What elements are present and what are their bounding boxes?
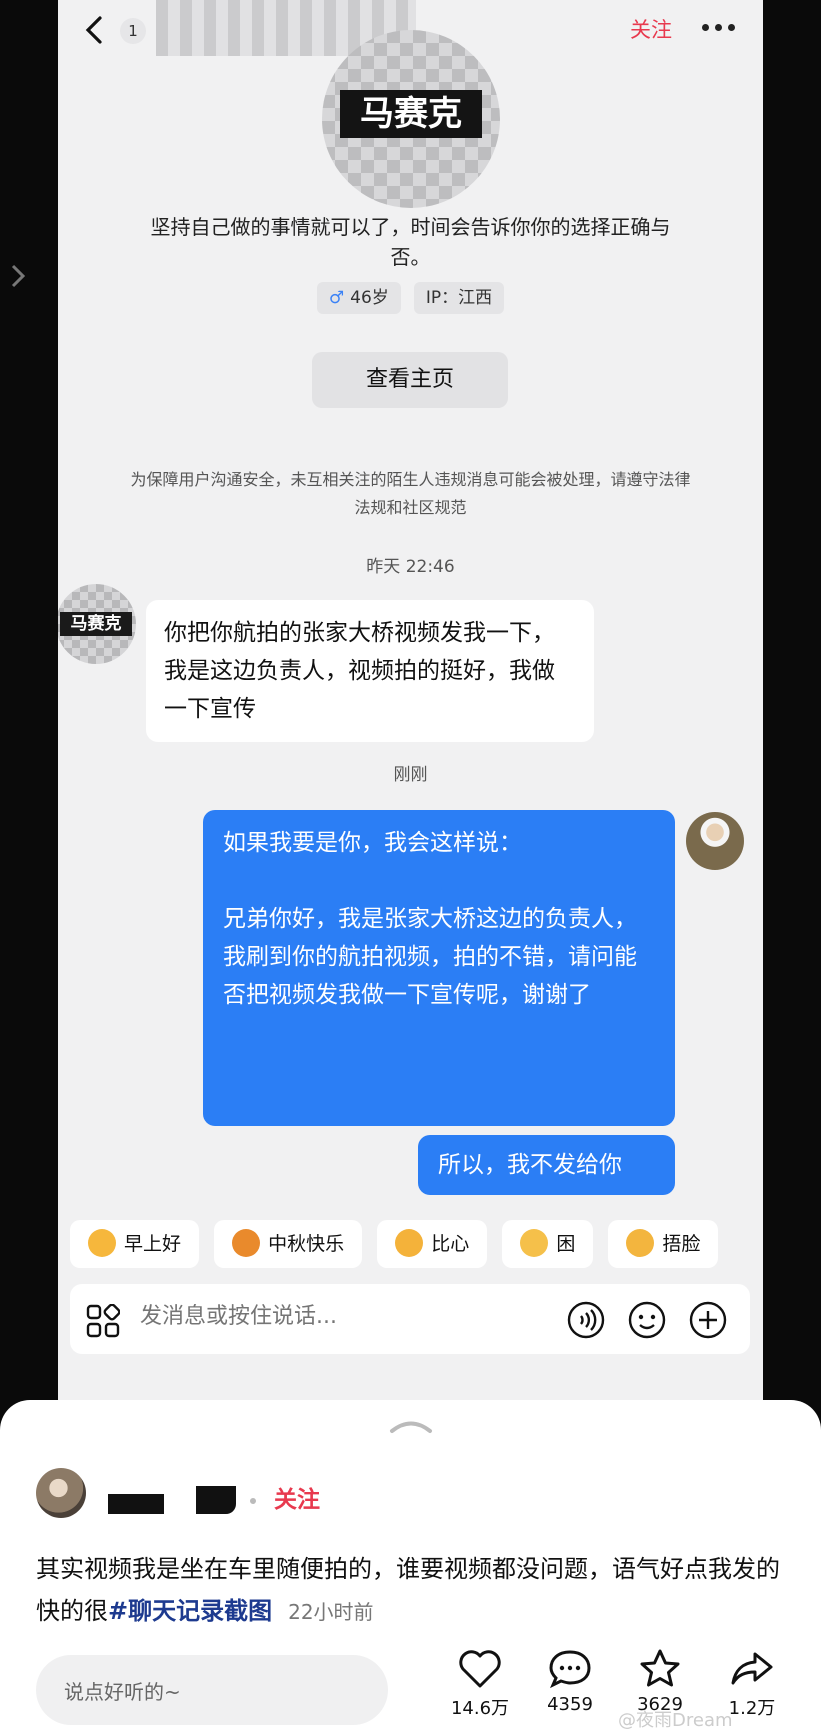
separator-dot — [250, 1498, 256, 1504]
incoming-message[interactable]: 你把你航拍的张家大桥视频发我一下，我是这边负责人，视频拍的挺好，我做一下宣传 — [146, 600, 594, 742]
voice-icon[interactable] — [566, 1300, 606, 1340]
plus-icon[interactable] — [688, 1300, 728, 1340]
profile-tags: ♂ 46岁 IP：江西 — [58, 282, 763, 314]
like-button[interactable]: 14.6万 — [440, 1648, 520, 1720]
author-avatar[interactable] — [36, 1468, 86, 1518]
view-homepage-button[interactable]: 查看主页 — [312, 352, 508, 408]
quick-reply-label: 中秋快乐 — [268, 1233, 345, 1255]
comment-count: 4359 — [547, 1694, 593, 1715]
chevron-right-icon[interactable] — [8, 262, 28, 290]
quick-reply-label: 早上好 — [124, 1233, 182, 1255]
comment-icon — [549, 1650, 591, 1689]
quick-reply-label: 捂脸 — [662, 1233, 701, 1255]
sun-emoji-icon — [88, 1228, 116, 1257]
quick-reply-bar: 早上好 中秋快乐 比心 困 捂脸 — [70, 1220, 763, 1268]
redacted-username — [108, 1494, 164, 1514]
author-follow-button[interactable]: 关注 — [274, 1480, 320, 1514]
comment-button[interactable]: 4359 — [530, 1648, 610, 1715]
favorite-button[interactable]: 3629 — [620, 1648, 700, 1715]
unread-badge: 1 — [120, 18, 146, 44]
quick-reply-label: 比心 — [431, 1233, 470, 1255]
heart-icon — [459, 1650, 501, 1688]
quick-reply-chip[interactable]: 捂脸 — [608, 1220, 719, 1268]
quick-reply-chip[interactable]: 困 — [502, 1220, 594, 1268]
share-icon — [731, 1652, 773, 1685]
outgoing-message[interactable]: 所以，我不发给你 — [418, 1135, 675, 1195]
follow-button[interactable]: 关注 — [630, 14, 672, 44]
avatar-mosaic-text: 马赛克 — [60, 612, 132, 636]
message-input-bar — [70, 1284, 750, 1354]
message-input[interactable] — [140, 1304, 520, 1329]
chat-screen: 1 关注 马赛克 坚持自己做的事情就可以了，时间会告诉你你的选择正确与否。 ♂ 4… — [58, 0, 763, 1420]
timestamp: 昨天 22:46 — [366, 557, 455, 577]
ip-chip: IP：江西 — [413, 282, 505, 314]
heart-hands-emoji-icon — [395, 1228, 424, 1257]
mooncake-emoji-icon — [232, 1228, 261, 1257]
watermark: @夜雨Dream — [618, 1710, 733, 1731]
quick-reply-label: 困 — [556, 1233, 576, 1255]
profile-avatar[interactable]: 马赛克 — [322, 30, 500, 208]
facepalm-emoji-icon — [626, 1228, 655, 1257]
post-text: 其实视频我是坐在车里随便拍的，谁要视频都没问题，语气好点我发的快的很#聊天记录截… — [36, 1548, 796, 1633]
avatar-mosaic-text: 马赛克 — [340, 90, 482, 138]
sleepy-emoji-icon — [520, 1228, 549, 1257]
quick-reply-chip[interactable]: 比心 — [377, 1220, 488, 1268]
quick-reply-chip[interactable]: 早上好 — [70, 1220, 200, 1268]
emoji-icon[interactable] — [627, 1300, 667, 1340]
quick-reply-chip[interactable]: 中秋快乐 — [214, 1220, 363, 1268]
hashtag-link[interactable]: #聊天记录截图 — [108, 1597, 272, 1625]
post-time: 22小时前 — [288, 1600, 374, 1624]
male-icon: ♂ — [328, 288, 345, 308]
message-line: 如果我要是你，我会这样说： — [223, 830, 522, 856]
back-arrow-icon[interactable] — [80, 12, 110, 48]
profile-bio: 坚持自己做的事情就可以了，时间会告诉你你的选择正确与否。 — [150, 215, 671, 269]
redacted-username — [196, 1486, 236, 1514]
age-chip: ♂ 46岁 — [316, 282, 401, 314]
like-count: 14.6万 — [450, 1698, 510, 1719]
more-icon[interactable] — [702, 24, 738, 34]
safety-notice: 为保障用户沟通安全，未互相关注的陌生人违规消息可能会被处理，请遵守法律法规和社区… — [130, 470, 691, 517]
sender-avatar[interactable]: 马赛克 — [58, 584, 136, 664]
message-line: 兄弟你好，我是张家大桥这边的负责人，我刷到你的航拍视频，拍的不错，请问能否把视频… — [223, 906, 637, 1008]
my-avatar[interactable] — [686, 812, 744, 870]
apps-grid-icon[interactable] — [86, 1304, 120, 1338]
timestamp: 刚刚 — [393, 765, 428, 785]
comment-input[interactable]: 说点好听的~ — [36, 1655, 388, 1725]
post-detail-sheet: 关注 其实视频我是坐在车里随便拍的，谁要视频都没问题，语气好点我发的快的很#聊天… — [0, 1400, 821, 1736]
outgoing-message[interactable]: 如果我要是你，我会这样说： 兄弟你好，我是张家大桥这边的负责人，我刷到你的航拍视… — [203, 810, 675, 1126]
screenshot-frame: 1 关注 马赛克 坚持自己做的事情就可以了，时间会告诉你你的选择正确与否。 ♂ 4… — [0, 0, 821, 1736]
sheet-handle-icon[interactable] — [388, 1418, 434, 1434]
age-text: 46岁 — [350, 288, 389, 308]
star-icon — [640, 1649, 680, 1687]
